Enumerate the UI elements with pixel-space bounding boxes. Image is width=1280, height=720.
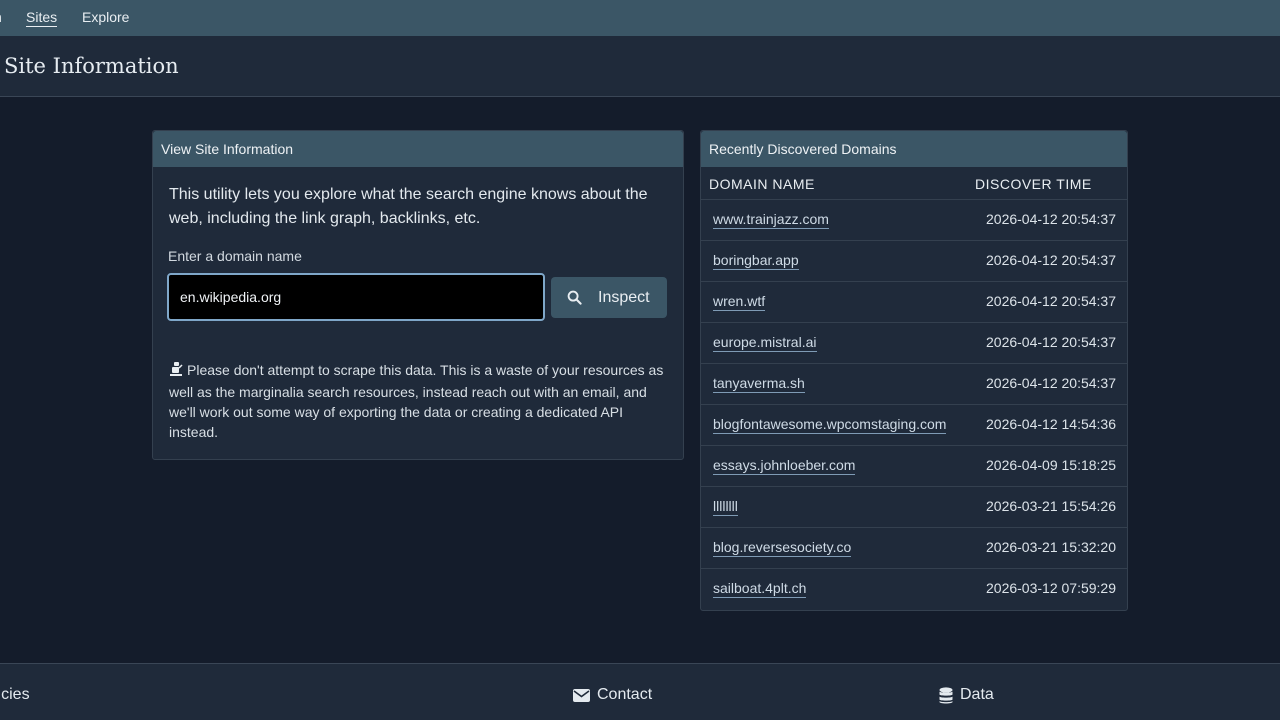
search-icon <box>567 290 582 305</box>
discover-time: 2026-04-12 20:54:37 <box>986 293 1116 309</box>
footer-contact-label: Contact <box>597 686 653 703</box>
discover-time: 2026-04-12 20:54:37 <box>986 334 1116 350</box>
inspect-button-label: Inspect <box>598 288 650 306</box>
intro-text: This utility lets you explore what the s… <box>169 186 648 227</box>
nav-link-explore[interactable]: Explore <box>82 8 129 26</box>
footer-policies-label: licies <box>0 686 30 703</box>
discover-time: 2026-04-12 20:54:37 <box>986 211 1116 227</box>
robot-icon <box>169 361 183 382</box>
table-row: tanyaverma.sh 2026-04-12 20:54:37 <box>701 364 1127 405</box>
table-row: europe.mistral.ai 2026-04-12 20:54:37 <box>701 323 1127 364</box>
discover-time: 2026-04-12 20:54:37 <box>986 252 1116 268</box>
domain-field-label: Enter a domain name <box>168 248 302 264</box>
table-row: essays.johnloeber.com 2026-04-09 15:18:2… <box>701 446 1127 487</box>
table-row: sailboat.4plt.ch 2026-03-12 07:59:29 <box>701 569 1127 610</box>
table-header: DOMAIN NAME DISCOVER TIME <box>701 167 1127 200</box>
discover-time: 2026-04-09 15:18:25 <box>986 457 1116 473</box>
table-row: www.trainjazz.com 2026-04-12 20:54:37 <box>701 200 1127 241</box>
table-row: llllllll 2026-03-21 15:54:26 <box>701 487 1127 528</box>
discover-time: 2026-03-21 15:32:20 <box>986 539 1116 555</box>
database-icon <box>939 686 953 703</box>
footer-link-contact[interactable]: Contact <box>573 686 652 704</box>
nav-link-sites[interactable]: Sites <box>26 8 58 27</box>
domain-link[interactable]: sailboat.4plt.ch <box>713 580 807 598</box>
discover-time: 2026-03-12 07:59:29 <box>986 580 1116 596</box>
table-row: blogfontawesome.wpcomstaging.com 2026-04… <box>701 405 1127 446</box>
envelope-icon <box>573 688 590 702</box>
discover-time: 2026-03-21 15:54:26 <box>986 498 1116 514</box>
page-title: Site Information <box>4 54 179 78</box>
domain-link[interactable]: tanyaverma.sh <box>713 375 805 393</box>
domain-link[interactable]: europe.mistral.ai <box>713 334 817 352</box>
footer-link-data[interactable]: Data <box>939 686 994 704</box>
nav-link-cut[interactable]: n <box>0 8 2 26</box>
domain-link[interactable]: blogfontawesome.wpcomstaging.com <box>713 416 947 434</box>
scrape-notice-text: Please don't attempt to scrape this data… <box>169 362 664 440</box>
domain-link[interactable]: essays.johnloeber.com <box>713 457 856 475</box>
domain-link[interactable]: blog.reversesociety.co <box>713 539 852 557</box>
domain-link[interactable]: boringbar.app <box>713 252 799 270</box>
footer: licies Contact Data <box>0 663 1280 720</box>
table-row: wren.wtf 2026-04-12 20:54:37 <box>701 282 1127 323</box>
table-row: blog.reversesociety.co 2026-03-21 15:32:… <box>701 528 1127 569</box>
inspect-button[interactable]: Inspect <box>551 277 667 318</box>
table-row: boringbar.app 2026-04-12 20:54:37 <box>701 241 1127 282</box>
column-discover-time: DISCOVER TIME <box>975 176 1092 192</box>
recent-domains-header: Recently Discovered Domains <box>701 131 1127 167</box>
footer-data-label: Data <box>960 686 994 703</box>
column-domain-name: DOMAIN NAME <box>709 176 815 192</box>
discover-time: 2026-04-12 20:54:37 <box>986 375 1116 391</box>
domain-link[interactable]: www.trainjazz.com <box>713 211 829 229</box>
scrape-notice: Please don't attempt to scrape this data… <box>169 360 669 442</box>
recent-domains-card: Recently Discovered Domains DOMAIN NAME … <box>700 130 1128 611</box>
domain-input[interactable] <box>167 273 545 321</box>
domain-link[interactable]: wren.wtf <box>713 293 766 311</box>
page-title-bar: Site Information <box>0 36 1280 97</box>
top-navigation: n Sites Explore <box>0 0 1280 36</box>
view-site-card-header: View Site Information <box>153 131 683 167</box>
domain-link[interactable]: llllllll <box>713 498 738 516</box>
discover-time: 2026-04-12 14:54:36 <box>986 416 1116 432</box>
footer-link-policies[interactable]: licies <box>0 686 30 704</box>
